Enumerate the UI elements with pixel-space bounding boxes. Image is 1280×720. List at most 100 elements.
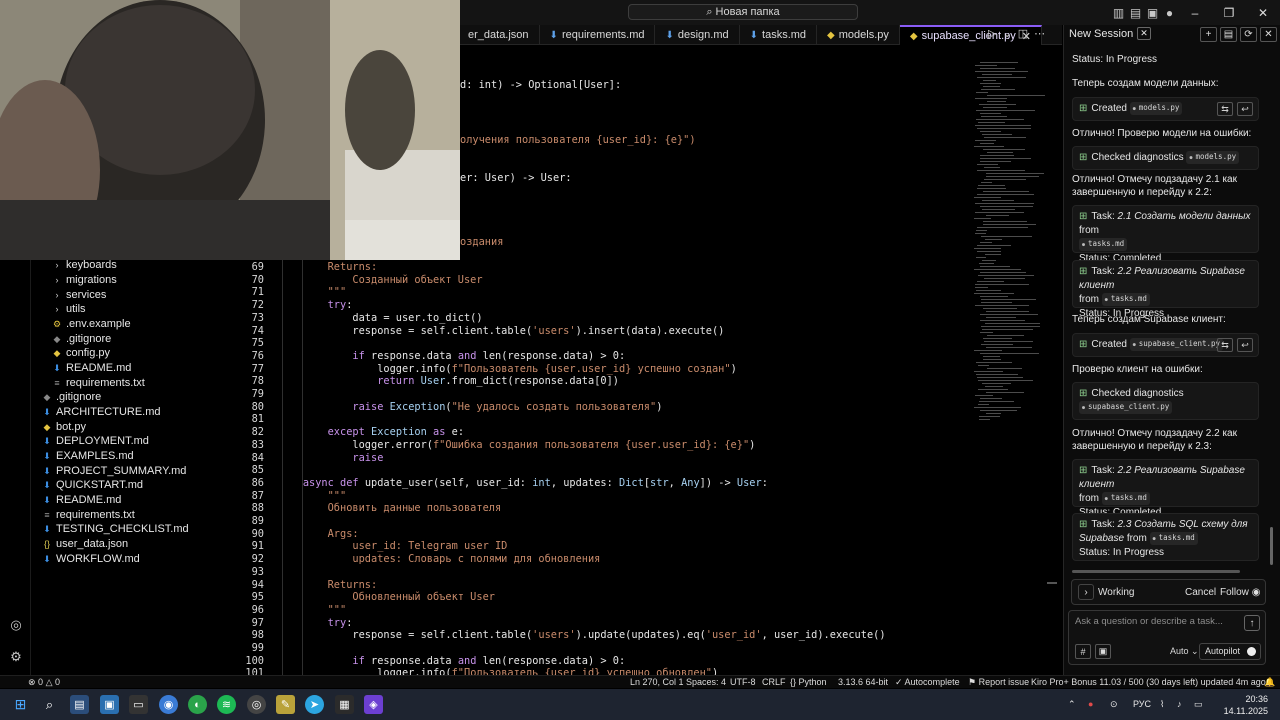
windows-start-icon[interactable]: ⊞: [11, 695, 30, 714]
explorer-file[interactable]: ≡ requirements.txt: [41, 508, 135, 522]
tab-user-data-json[interactable]: er_data.json: [458, 25, 540, 45]
command-center[interactable]: ⌕ Новая папка: [628, 4, 858, 20]
language-indicator[interactable]: РУС: [1133, 699, 1151, 709]
explorer-folder[interactable]: › migrations: [51, 273, 117, 287]
terminal-icon[interactable]: ▭: [129, 695, 148, 714]
explorer-file[interactable]: ⬇ WORKFLOW.md: [41, 552, 140, 566]
kiro-icon[interactable]: ◈: [364, 695, 383, 714]
telegram-icon[interactable]: ➤: [305, 695, 324, 714]
file-chip[interactable]: models.py: [1186, 151, 1240, 164]
file-chip[interactable]: tasks.md: [1149, 532, 1198, 545]
more-icon[interactable]: ⋯: [1034, 27, 1045, 40]
tab-models-py[interactable]: ◆ models.py: [817, 25, 900, 45]
explorer-folder[interactable]: › utils: [51, 302, 86, 316]
task-title[interactable]: 2.1 Создать модели данных: [1118, 211, 1251, 222]
revert-icon[interactable]: ↩: [1237, 338, 1253, 352]
run-icon[interactable]: ▷: [988, 27, 996, 40]
send-button[interactable]: ↑: [1244, 615, 1260, 631]
bell-icon[interactable]: 🔔: [1264, 677, 1275, 688]
open-diff-icon[interactable]: ⇆: [1217, 102, 1233, 116]
chat-input[interactable]: Ask a question or describe a task...: [1075, 616, 1223, 627]
cursor-position[interactable]: Ln 270, Col 1: [630, 677, 684, 687]
explorer-file[interactable]: ◆ config.py: [51, 346, 111, 360]
model-select[interactable]: Auto ⌄: [1170, 646, 1199, 657]
app-icon[interactable]: ▦: [335, 695, 354, 714]
volume-icon[interactable]: ♪: [1177, 699, 1182, 709]
file-chip[interactable]: supabase_client.py: [1129, 338, 1224, 351]
autopilot-toggle[interactable]: Autopilot: [1199, 643, 1261, 660]
steam-icon[interactable]: ◎: [247, 695, 266, 714]
encoding[interactable]: UTF-8: [730, 677, 756, 687]
account-icon[interactable]: ◎: [8, 617, 24, 633]
maximize-button[interactable]: ❐: [1212, 0, 1246, 25]
minimize-button[interactable]: –: [1178, 0, 1212, 25]
app-icon[interactable]: ✎: [276, 695, 295, 714]
clock[interactable]: 20:36 14.11.2025: [1224, 693, 1268, 717]
explorer-file[interactable]: ≡ requirements.txt: [51, 376, 145, 390]
microphone-icon[interactable]: ⊙: [1110, 699, 1118, 710]
open-diff-icon[interactable]: ⇆: [1217, 338, 1233, 352]
image-attach-icon[interactable]: ▣: [1095, 644, 1111, 659]
cancel-button[interactable]: Cancel: [1185, 587, 1216, 598]
explorer-folder[interactable]: › services: [51, 288, 107, 302]
explorer-file[interactable]: ⬇ README.md: [51, 361, 131, 375]
kiro-plan-status[interactable]: Kiro Pro+ Bonus 11.03 / 500 (30 days lef…: [1031, 677, 1266, 687]
explorer-file[interactable]: ⬇ README.md: [41, 493, 121, 507]
file-chip[interactable]: tasks.md: [1101, 492, 1150, 505]
new-chat-icon[interactable]: +: [1200, 27, 1217, 42]
layout-panel-icon[interactable]: ▤: [1127, 4, 1144, 21]
chat-session-tab[interactable]: New Session ✕: [1069, 27, 1151, 40]
file-chip[interactable]: tasks.md: [1101, 293, 1150, 306]
close-panel-icon[interactable]: ✕: [1260, 27, 1277, 42]
app-icon[interactable]: ◐: [188, 695, 207, 714]
chat-input-box[interactable]: Ask a question or describe a task... ↑ #…: [1068, 610, 1266, 665]
explorer-file[interactable]: ⚙ .env.example: [51, 317, 131, 331]
tab-requirements-md[interactable]: ⬇ requirements.md: [540, 25, 656, 45]
battery-icon[interactable]: ▭: [1194, 699, 1203, 710]
chevron-up-icon[interactable]: ⌃: [1068, 699, 1076, 710]
file-chip[interactable]: supabase_client.py: [1079, 401, 1173, 414]
chevron-right-icon[interactable]: ›: [1078, 584, 1094, 600]
tab-design-md[interactable]: ⬇ design.md: [655, 25, 740, 45]
file-chip[interactable]: models.py: [1129, 102, 1183, 115]
python-interpreter[interactable]: 3.13.6 64-bit: [838, 677, 888, 687]
file-chip[interactable]: tasks.md: [1079, 238, 1128, 251]
explorer-file[interactable]: ⬇ QUICKSTART.md: [41, 478, 143, 492]
explorer-file[interactable]: ⬇ ARCHITECTURE.md: [41, 405, 160, 419]
explorer-file[interactable]: ⬇ DEPLOYMENT.md: [41, 434, 149, 448]
follow-button[interactable]: Follow ◉: [1220, 587, 1260, 598]
photos-icon[interactable]: ▣: [100, 695, 119, 714]
explorer-file[interactable]: ◆ bot.py: [41, 420, 86, 434]
hash-context-icon[interactable]: #: [1075, 644, 1091, 659]
explorer-file[interactable]: ⬇ PROJECT_SUMMARY.md: [41, 464, 186, 478]
search-icon[interactable]: ⌕: [40, 695, 59, 714]
explorer-file[interactable]: ⬇ EXAMPLES.md: [41, 449, 133, 463]
spotify-icon[interactable]: ≋: [217, 695, 236, 714]
editor-scroll-indicator[interactable]: [1047, 582, 1057, 584]
chat-scrollbar[interactable]: [1270, 527, 1273, 565]
tray-app-icon[interactable]: ●: [1088, 699, 1093, 709]
explorer-file[interactable]: ◆ .gitignore: [51, 332, 112, 346]
indentation[interactable]: Spaces: 4: [686, 677, 726, 687]
minimap[interactable]: [970, 62, 1060, 422]
explorer-file[interactable]: ⬇ TESTING_CHECKLIST.md: [41, 522, 188, 536]
chat-bubble-icon[interactable]: ●: [1161, 4, 1178, 21]
gear-icon[interactable]: ⚙: [8, 649, 24, 665]
autocomplete-status[interactable]: ✓ Autocomplete: [895, 677, 960, 688]
problems-indicator[interactable]: ⊗ 0 △ 0: [28, 677, 60, 688]
close-icon[interactable]: ✕: [1137, 27, 1151, 40]
tab-tasks-md[interactable]: ⬇ tasks.md: [740, 25, 818, 45]
chat-horizontal-scrollbar[interactable]: [1072, 570, 1240, 573]
chrome-icon[interactable]: ◉: [159, 695, 178, 714]
split-editor-icon[interactable]: ◫: [1018, 27, 1028, 40]
layout-sidebar-icon[interactable]: ▥: [1110, 4, 1127, 21]
layout-secondary-icon[interactable]: ▣: [1144, 4, 1161, 21]
wifi-icon[interactable]: ⌇: [1160, 699, 1164, 710]
report-issue[interactable]: ⚑ Report issue: [968, 677, 1029, 688]
chevron-down-icon[interactable]: ⌄: [1002, 27, 1011, 40]
revert-icon[interactable]: ↩: [1237, 102, 1253, 116]
refresh-icon[interactable]: ⟳: [1240, 27, 1257, 42]
close-window-button[interactable]: ✕: [1246, 0, 1280, 25]
history-icon[interactable]: ▤: [1220, 27, 1237, 42]
explorer-folder[interactable]: › keyboards: [51, 258, 117, 272]
